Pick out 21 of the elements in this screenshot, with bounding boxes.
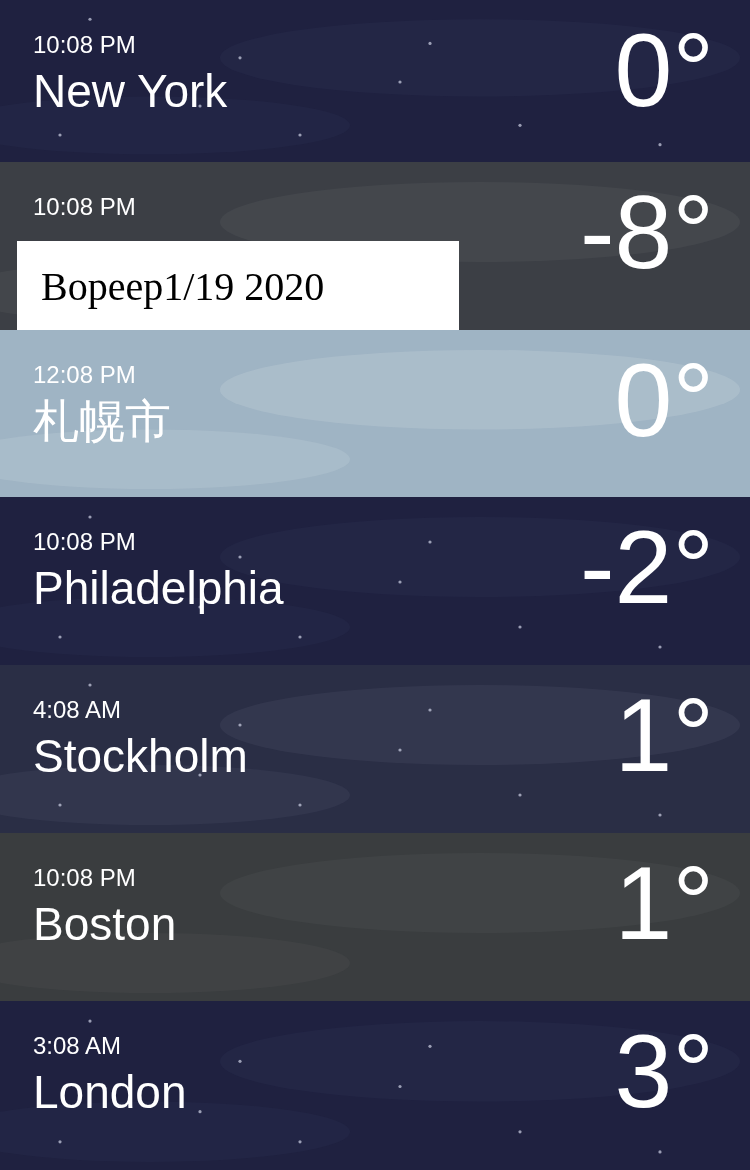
local-time: 10:08 PM bbox=[33, 192, 136, 222]
temperature: 3° bbox=[614, 1012, 714, 1131]
temperature: -8° bbox=[579, 173, 714, 292]
city-name: Philadelphia bbox=[33, 561, 284, 616]
city-name: 札幌市 bbox=[33, 394, 171, 449]
temperature: 1° bbox=[614, 676, 714, 795]
local-time: 10:08 PM bbox=[33, 30, 137, 60]
local-time: 12:08 PM bbox=[33, 360, 137, 390]
local-time: 4:08 AM bbox=[33, 695, 123, 725]
label-sticker: Bopeep1/19 2020 bbox=[17, 241, 459, 330]
temperature: 0° bbox=[614, 11, 714, 130]
local-time: 3:08 AM bbox=[33, 1031, 123, 1061]
local-time: 10:08 PM bbox=[33, 863, 137, 893]
temperature: 1° bbox=[614, 844, 714, 963]
city-name: Stockholm bbox=[33, 729, 248, 784]
temperature: 0° bbox=[614, 341, 714, 460]
local-time: 10:08 PM bbox=[33, 527, 137, 557]
temperature: -2° bbox=[579, 508, 714, 627]
city-name: New York bbox=[33, 64, 228, 119]
city-name: London bbox=[33, 1065, 187, 1120]
city-name: Boston bbox=[33, 897, 177, 952]
